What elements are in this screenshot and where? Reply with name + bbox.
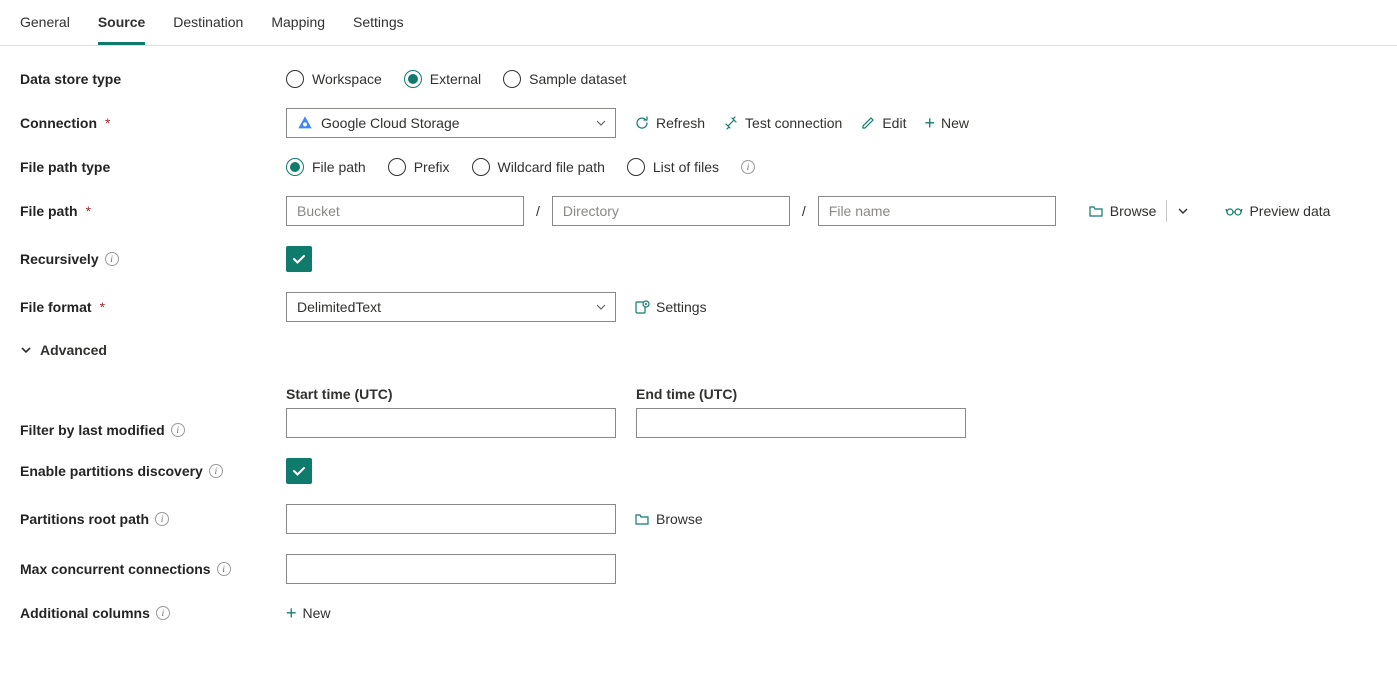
partitions-browse-button[interactable]: Browse (634, 511, 703, 527)
plus-icon: + (286, 604, 297, 622)
chevron-down-icon (20, 344, 32, 356)
label-connection: Connection* (20, 115, 286, 131)
label-partitions-root: Partitions root path i (20, 511, 286, 527)
refresh-icon (634, 115, 650, 131)
connection-select[interactable]: Google Cloud Storage (286, 108, 616, 138)
label-additional-columns: Additional columns i (20, 605, 286, 621)
label-max-concurrent: Max concurrent connections i (20, 561, 286, 577)
label-end-time: End time (UTC) (636, 386, 966, 402)
info-icon[interactable]: i (105, 252, 119, 266)
new-connection-button[interactable]: + New (924, 114, 969, 132)
divider (1166, 200, 1167, 222)
radio-file-path[interactable]: File path (286, 158, 366, 176)
chevron-down-icon (595, 301, 607, 313)
label-filter-last-modified: Filter by last modified i (20, 422, 286, 438)
info-icon[interactable]: i (217, 562, 231, 576)
edit-button[interactable]: Edit (860, 115, 906, 131)
chevron-down-icon (595, 117, 607, 129)
folder-icon (1088, 203, 1104, 219)
radio-workspace[interactable]: Workspace (286, 70, 382, 88)
pencil-icon (860, 115, 876, 131)
info-icon[interactable]: i (155, 512, 169, 526)
info-icon[interactable]: i (741, 160, 755, 174)
max-concurrent-input[interactable] (286, 554, 616, 584)
label-data-store-type: Data store type (20, 71, 286, 87)
advanced-toggle[interactable]: Advanced (20, 342, 1377, 358)
label-file-format: File format* (20, 299, 286, 315)
tab-bar: General Source Destination Mapping Setti… (0, 0, 1397, 46)
check-icon (291, 251, 307, 267)
radio-wildcard[interactable]: Wildcard file path (472, 158, 605, 176)
label-file-path-type: File path type (20, 159, 286, 175)
radio-external[interactable]: External (404, 70, 481, 88)
radio-list-of-files[interactable]: List of files (627, 158, 719, 176)
label-start-time: Start time (UTC) (286, 386, 616, 402)
browse-button[interactable]: Browse (1088, 203, 1157, 219)
file-name-input[interactable] (818, 196, 1056, 226)
tab-source[interactable]: Source (98, 10, 145, 45)
test-connection-icon (723, 115, 739, 131)
radio-sample-dataset[interactable]: Sample dataset (503, 70, 626, 88)
info-icon[interactable]: i (171, 423, 185, 437)
preview-data-button[interactable]: Preview data (1225, 203, 1330, 219)
label-recursively: Recursively i (20, 251, 286, 267)
glasses-icon (1225, 204, 1243, 218)
file-path-type-radio-group: File path Prefix Wildcard file path List… (286, 158, 755, 176)
info-icon[interactable]: i (156, 606, 170, 620)
radio-prefix[interactable]: Prefix (388, 158, 450, 176)
end-time-input[interactable] (636, 408, 966, 438)
check-icon (291, 463, 307, 479)
gear-icon (634, 299, 650, 315)
directory-input[interactable] (552, 196, 790, 226)
data-store-type-radio-group: Workspace External Sample dataset (286, 70, 626, 88)
chevron-down-icon[interactable] (1177, 205, 1189, 217)
plus-icon: + (924, 114, 935, 132)
path-separator: / (800, 203, 808, 219)
label-file-path: File path* (20, 203, 286, 219)
bucket-input[interactable] (286, 196, 524, 226)
tab-general[interactable]: General (20, 10, 70, 45)
file-format-select[interactable]: DelimitedText (286, 292, 616, 322)
refresh-button[interactable]: Refresh (634, 115, 705, 131)
tab-settings[interactable]: Settings (353, 10, 404, 45)
tab-destination[interactable]: Destination (173, 10, 243, 45)
recursively-checkbox[interactable] (286, 246, 312, 272)
start-time-input[interactable] (286, 408, 616, 438)
label-enable-partitions: Enable partitions discovery i (20, 463, 286, 479)
tab-mapping[interactable]: Mapping (271, 10, 325, 45)
test-connection-button[interactable]: Test connection (723, 115, 842, 131)
enable-partitions-checkbox[interactable] (286, 458, 312, 484)
add-column-button[interactable]: + New (286, 604, 331, 622)
partitions-root-input[interactable] (286, 504, 616, 534)
format-settings-button[interactable]: Settings (634, 299, 707, 315)
google-cloud-storage-icon (297, 115, 313, 131)
info-icon[interactable]: i (209, 464, 223, 478)
folder-icon (634, 511, 650, 527)
path-separator: / (534, 203, 542, 219)
